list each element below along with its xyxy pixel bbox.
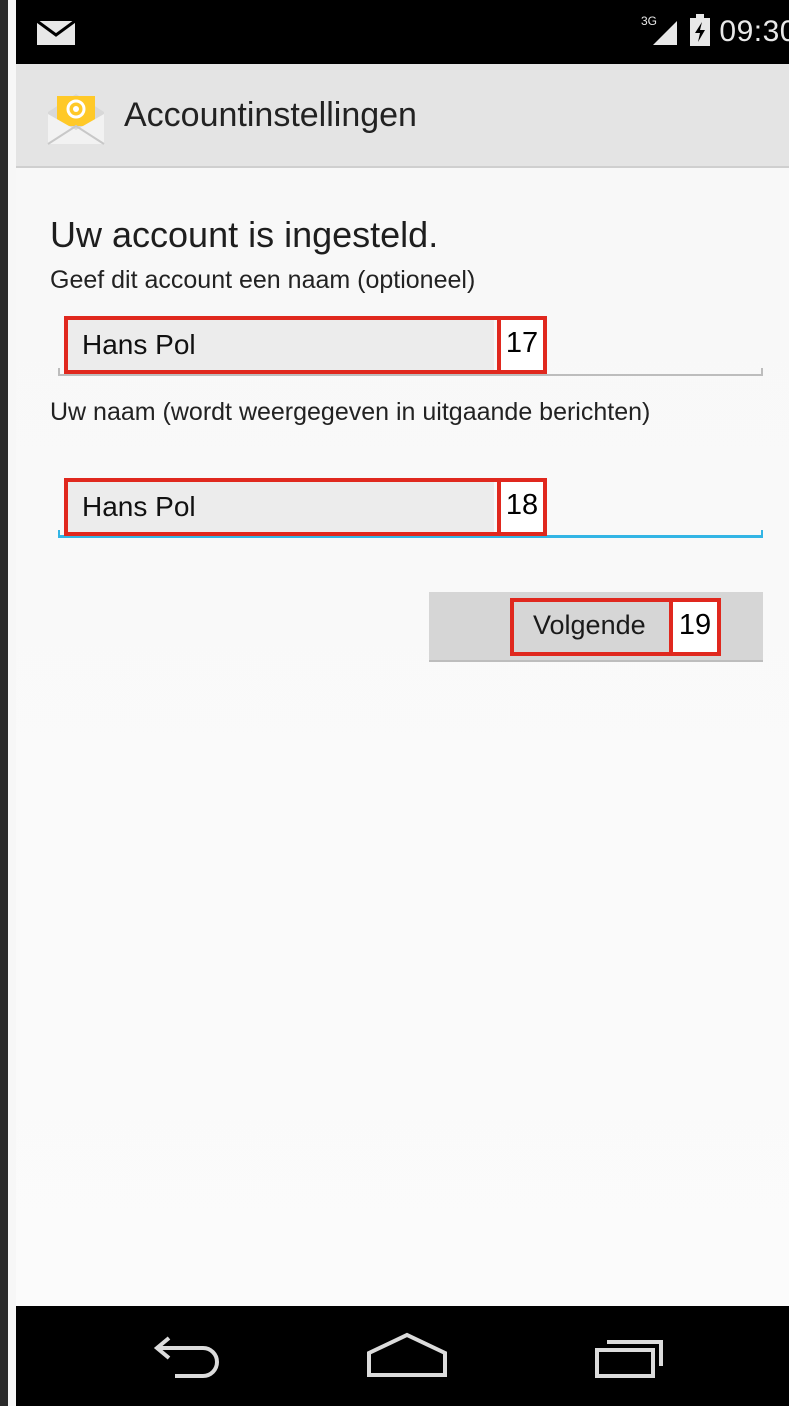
field-edge [58, 368, 60, 376]
setup-form: Uw account is ingesteld. Geef dit accoun… [16, 168, 789, 1306]
page-title: Accountinstellingen [124, 96, 417, 134]
field-edge [761, 530, 763, 538]
field-edge [761, 368, 763, 376]
recent-apps-icon[interactable] [586, 1328, 676, 1384]
field-edge [58, 530, 60, 538]
back-icon[interactable] [140, 1328, 230, 1384]
annotation-box-18 [64, 478, 501, 536]
annotation-box-17 [64, 316, 501, 374]
home-icon[interactable] [362, 1328, 452, 1384]
signal-icon: 3G [641, 13, 681, 52]
phone-screen: 3G 09:30 Accountinstellingen Uw account … [0, 0, 789, 1406]
annotation-tag-17: 17 [497, 316, 547, 374]
navigation-bar [16, 1306, 789, 1406]
email-app-icon [44, 90, 108, 146]
annotation-box-19 [510, 598, 673, 656]
annotation-tag-18: 18 [497, 478, 547, 536]
your-name-label: Uw naam (wordt weergegeven in uitgaande … [50, 398, 651, 426]
battery-icon [689, 13, 711, 52]
action-bar: Accountinstellingen [16, 64, 789, 168]
form-heading: Uw account is ingesteld. [50, 214, 439, 255]
status-bar: 3G 09:30 [16, 0, 789, 64]
mail-icon [36, 19, 76, 51]
network-type-label: 3G [641, 14, 657, 28]
status-indicators: 3G 09:30 [641, 12, 789, 52]
account-name-label: Geef dit account een naam (optioneel) [50, 266, 476, 294]
annotation-tag-19: 19 [669, 598, 721, 656]
status-time: 09:30 [719, 15, 789, 48]
